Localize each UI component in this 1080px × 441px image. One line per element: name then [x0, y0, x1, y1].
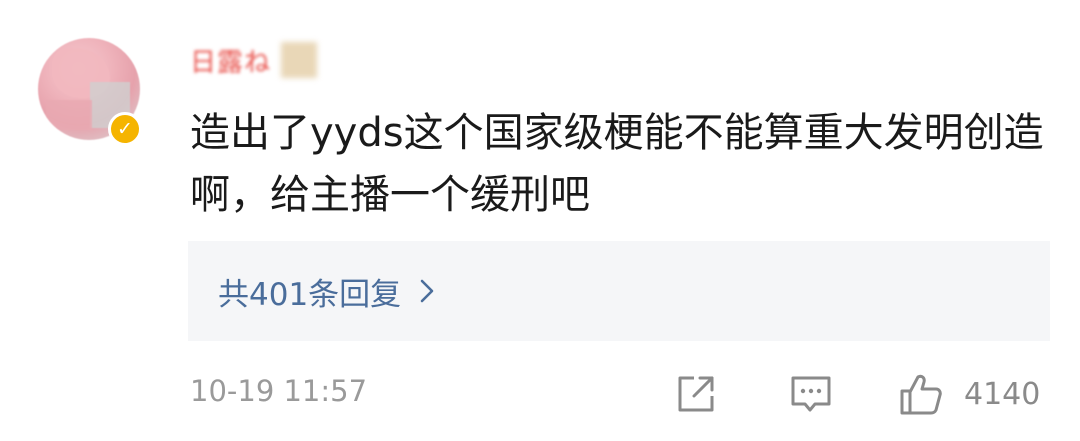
avatar-blur-region [46, 100, 92, 130]
view-replies-button[interactable]: 共401条回复 [188, 241, 1050, 341]
comment-button[interactable] [788, 372, 834, 416]
comment-footer: 10-19 11:57 4140 [190, 368, 1050, 420]
username-redaction [281, 42, 318, 78]
share-icon [678, 376, 714, 412]
like-button[interactable]: 4140 [898, 372, 1040, 416]
username[interactable]: 日露ね [190, 42, 271, 79]
chevron-right-icon [420, 279, 434, 303]
username-row[interactable]: 日露ね [190, 40, 318, 80]
comment-icon [791, 376, 831, 412]
timestamp: 10-19 11:57 [190, 374, 368, 408]
like-count: 4140 [964, 376, 1041, 412]
thumbs-up-icon [900, 374, 942, 415]
verified-badge-icon: ✓ [108, 112, 142, 146]
comment-text: 造出了yyds这个国家级梗能不能算重大发明创造啊，给主播一个缓刑吧 [190, 110, 1044, 218]
share-button[interactable] [674, 372, 718, 416]
replies-count-label[interactable]: 共401条回复 [218, 269, 401, 314]
